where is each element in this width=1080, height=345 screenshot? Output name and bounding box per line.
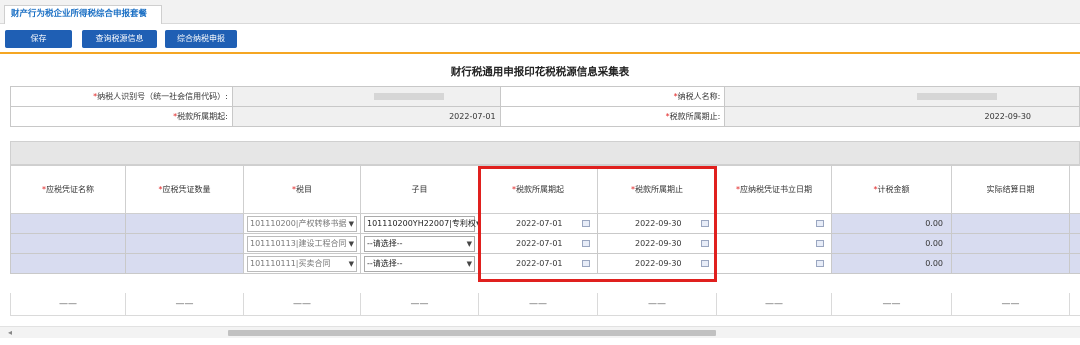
period-start-cell[interactable]: 2022-07-01 xyxy=(478,253,598,274)
tax-item-cell: 101110111|买卖合同 ▼ xyxy=(243,253,361,274)
table-row: 101110200|产权转移书据▼ 101110200YH22007|专利权▼ … xyxy=(10,213,1080,234)
tax-source-grid: *应税凭证名称 *应税凭证数量 *税目 子目 *税款所属期起 *税款所属期止 *… xyxy=(10,165,1080,274)
subitem-select[interactable]: --请选择-- ▼ xyxy=(364,235,475,252)
taxpayer-info-table: *纳税人识别号（统一社会信用代码）: *纳税人名称: *税款所属期起: 2022… xyxy=(10,86,1080,127)
save-button[interactable]: 保存 xyxy=(5,30,72,48)
tax-item-select[interactable]: 101110111|买卖合同 ▼ xyxy=(247,255,357,272)
summary-cell: —— xyxy=(360,293,479,316)
voucher-name-cell[interactable] xyxy=(10,213,126,234)
calendar-icon[interactable] xyxy=(701,260,709,267)
taxpayer-id-label: *纳税人识别号（统一社会信用代码）: xyxy=(10,86,233,107)
col-header-voucher-date: *应纳税凭证书立日期 xyxy=(716,165,832,214)
calendar-icon[interactable] xyxy=(582,260,590,267)
period-start-cell[interactable]: 2022-07-01 xyxy=(478,233,598,254)
calendar-icon[interactable] xyxy=(816,260,824,267)
settlement-date-cell[interactable] xyxy=(951,253,1070,274)
summary-cell: —— xyxy=(597,293,717,316)
summary-cell xyxy=(1069,293,1080,316)
chevron-down-icon: ▼ xyxy=(348,259,354,268)
chevron-down-icon: ▼ xyxy=(466,239,472,248)
summary-cell: —— xyxy=(10,293,126,316)
taxpayer-name-field xyxy=(724,86,1080,107)
period-end-cell[interactable]: 2022-09-30 xyxy=(597,213,717,234)
subitem-cell: 101110200YH22007|专利权▼ xyxy=(360,213,479,234)
table-row: 101110113|建设工程合同 ▼ --请选择-- ▼ 2022-07-01 20… xyxy=(10,233,1080,254)
col-header-period-start: *税款所属期起 xyxy=(478,165,598,214)
summary-cell: —— xyxy=(243,293,361,316)
calendar-icon[interactable] xyxy=(582,220,590,227)
period-start-cell[interactable]: 2022-07-01 xyxy=(478,213,598,234)
summary-cell: —— xyxy=(478,293,598,316)
tab-bar: 财产行为税企业所得税综合申报套餐 xyxy=(0,0,1080,24)
settlement-date-cell[interactable] xyxy=(951,213,1070,234)
calendar-icon[interactable] xyxy=(816,240,824,247)
chevron-down-icon: ▼ xyxy=(466,259,472,268)
tax-item-cell: 101110200|产权转移书据 ▼ xyxy=(243,213,361,234)
summary-row: —— —— —— —— —— —— —— —— —— xyxy=(10,293,1080,316)
tax-item-select[interactable]: 101110200|产权转移书据 ▼ xyxy=(247,215,357,232)
page-root: 财产行为税企业所得税综合申报套餐 保存 查询税源信息 综合纳税申报 财行税通用申… xyxy=(0,0,1080,345)
taxpayer-id-field xyxy=(231,86,501,107)
col-header-voucher-name: *应税凭证名称 xyxy=(10,165,126,214)
voucher-qty-cell[interactable] xyxy=(125,253,244,274)
period-end-cell[interactable]: 2022-09-30 xyxy=(597,233,717,254)
taxable-amount-cell[interactable]: 0.00 xyxy=(831,213,952,234)
comprehensive-declare-button[interactable]: 综合纳税申报 xyxy=(165,30,237,48)
extra-cell xyxy=(1069,253,1080,274)
tax-item-cell: 101110113|建设工程合同 ▼ xyxy=(243,233,361,254)
horizontal-scrollbar[interactable]: ◂ xyxy=(0,326,1080,338)
voucher-date-cell[interactable] xyxy=(716,233,832,254)
summary-cell: —— xyxy=(831,293,952,316)
col-header-settlement-date: 实际结算日期 xyxy=(951,165,1070,214)
period-start-field: 2022-07-01 xyxy=(231,106,501,127)
col-header-tax-item: *税目 xyxy=(243,165,361,214)
summary-cell: —— xyxy=(125,293,244,316)
scrollbar-thumb[interactable] xyxy=(228,330,716,336)
voucher-name-cell[interactable] xyxy=(10,253,126,274)
taxable-amount-cell[interactable]: 0.00 xyxy=(831,233,952,254)
query-tax-source-button[interactable]: 查询税源信息 xyxy=(82,30,157,48)
subitem-cell: --请选择-- ▼ xyxy=(360,233,479,254)
calendar-icon[interactable] xyxy=(816,220,824,227)
period-end-field: 2022-09-30 xyxy=(724,106,1080,127)
summary-cell: —— xyxy=(716,293,832,316)
settlement-date-cell[interactable] xyxy=(951,233,1070,254)
taxable-amount-cell[interactable]: 0.00 xyxy=(831,253,952,274)
extra-cell xyxy=(1069,233,1080,254)
subitem-cell: --请选择-- ▼ xyxy=(360,253,479,274)
col-header-period-end: *税款所属期止 xyxy=(597,165,717,214)
page-title: 财行税通用申报印花税税源信息采集表 xyxy=(450,66,630,78)
col-header-voucher-qty: *应税凭证数量 xyxy=(125,165,244,214)
toolbar: 保存 查询税源信息 综合纳税申报 xyxy=(0,24,1080,54)
subitem-select[interactable]: --请选择-- ▼ xyxy=(364,255,475,272)
extra-cell xyxy=(1069,213,1080,234)
tax-item-select[interactable]: 101110113|建设工程合同 ▼ xyxy=(247,235,357,252)
summary-cell: —— xyxy=(951,293,1070,316)
period-end-label: *税款所属期止: xyxy=(499,106,726,127)
col-header-taxable-amount: *计税金额 xyxy=(831,165,952,214)
voucher-date-cell[interactable] xyxy=(716,253,832,274)
col-header-subitem: 子目 xyxy=(360,165,479,214)
summary-row-table: —— —— —— —— —— —— —— —— —— xyxy=(10,293,1080,316)
chevron-down-icon: ▼ xyxy=(348,219,354,228)
calendar-icon[interactable] xyxy=(701,240,709,247)
scroll-left-icon[interactable]: ◂ xyxy=(8,327,12,339)
calendar-icon[interactable] xyxy=(701,220,709,227)
taxpayer-name-label: *纳税人名称: xyxy=(499,86,726,107)
col-header-extra xyxy=(1069,165,1080,214)
period-end-cell[interactable]: 2022-09-30 xyxy=(597,253,717,274)
voucher-qty-cell[interactable] xyxy=(125,213,244,234)
subitem-select[interactable]: 101110200YH22007|专利权▼ xyxy=(364,215,478,232)
chevron-down-icon: ▼ xyxy=(348,239,354,248)
tab-comprehensive-package[interactable]: 财产行为税企业所得税综合申报套餐 xyxy=(4,5,162,24)
voucher-name-cell[interactable] xyxy=(10,233,126,254)
table-row: 101110111|买卖合同 ▼ --请选择-- ▼ 2022-07-01 2022… xyxy=(10,253,1080,274)
section-divider xyxy=(10,141,1080,165)
voucher-date-cell[interactable] xyxy=(716,213,832,234)
period-start-label: *税款所属期起: xyxy=(10,106,233,127)
calendar-icon[interactable] xyxy=(582,240,590,247)
voucher-qty-cell[interactable] xyxy=(125,233,244,254)
